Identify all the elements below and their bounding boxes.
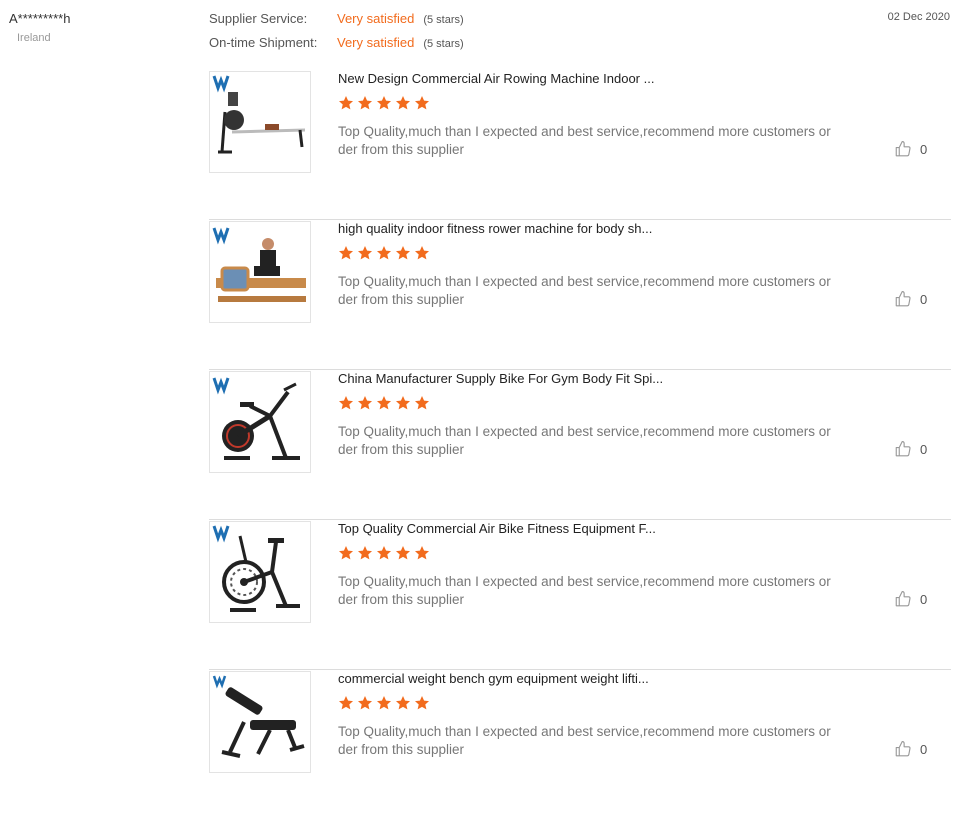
rating-value: Very satisfied xyxy=(337,35,415,50)
star-icon xyxy=(377,696,391,710)
star-icon xyxy=(415,96,429,110)
air-rowing-machine-image xyxy=(212,75,306,154)
like-button[interactable]: 0 xyxy=(894,590,927,608)
thumbs-up-icon xyxy=(895,740,911,757)
like-count: 0 xyxy=(920,291,928,307)
review-comment: Top Quality,much than I expected and bes… xyxy=(338,424,831,457)
star-icon xyxy=(377,546,391,560)
star-icon xyxy=(396,246,410,260)
product-thumbnail[interactable] xyxy=(209,221,311,323)
reviewer-info: A*********h Ireland xyxy=(9,11,70,44)
product-review-list: New Design Commercial Air Rowing Machine… xyxy=(209,70,951,819)
star-icon xyxy=(377,246,391,260)
product-title[interactable]: Top Quality Commercial Air Bike Fitness … xyxy=(338,521,656,536)
star-icon xyxy=(358,546,372,560)
like-count: 0 xyxy=(920,741,928,757)
product-star-rating xyxy=(338,545,430,561)
product-title[interactable]: China Manufacturer Supply Bike For Gym B… xyxy=(338,371,663,386)
product-title[interactable]: New Design Commercial Air Rowing Machine… xyxy=(338,71,654,86)
star-icon xyxy=(377,396,391,410)
product-review-item: commercial weight bench gym equipment we… xyxy=(209,670,951,819)
star-icon xyxy=(358,246,372,260)
product-review-item: New Design Commercial Air Rowing Machine… xyxy=(209,70,951,220)
star-icon xyxy=(415,696,429,710)
star-icon xyxy=(396,696,410,710)
like-button[interactable]: 0 xyxy=(894,440,927,458)
brand-logo-icon xyxy=(212,377,230,395)
rating-stars-text: (5 stars) xyxy=(423,38,464,50)
star-icon xyxy=(396,396,410,410)
review-comment: Top Quality,much than I expected and bes… xyxy=(338,724,831,757)
rating-label: Supplier Service: xyxy=(209,11,308,26)
thumbs-up-icon xyxy=(895,590,911,607)
like-count: 0 xyxy=(920,441,928,457)
rating-label: On-time Shipment: xyxy=(209,35,318,50)
review-comment: Top Quality,much than I expected and bes… xyxy=(338,574,831,607)
thumbs-up-icon xyxy=(895,290,911,307)
product-thumbnail[interactable] xyxy=(209,521,311,623)
weight-bench-image xyxy=(212,675,305,758)
shipment-rating: On-time Shipment: Very satisfied (5 star… xyxy=(209,35,464,50)
product-thumbnail[interactable] xyxy=(209,371,311,473)
brand-logo-icon xyxy=(212,227,230,245)
star-icon xyxy=(339,96,353,110)
product-title[interactable]: high quality indoor fitness rower machin… xyxy=(338,221,652,236)
brand-logo-icon xyxy=(212,675,227,689)
star-icon xyxy=(358,696,372,710)
like-count: 0 xyxy=(920,141,928,157)
star-icon xyxy=(339,246,353,260)
star-icon xyxy=(396,96,410,110)
star-icon xyxy=(396,546,410,560)
thumbs-up-icon xyxy=(895,440,911,457)
product-title[interactable]: commercial weight bench gym equipment we… xyxy=(338,671,649,686)
star-icon xyxy=(339,696,353,710)
product-thumbnail[interactable] xyxy=(209,671,311,773)
brand-logo-icon xyxy=(212,525,230,543)
product-review-item: high quality indoor fitness rower machin… xyxy=(209,220,951,370)
reviewer-name: A*********h xyxy=(9,11,71,26)
like-button[interactable]: 0 xyxy=(894,290,927,308)
star-icon xyxy=(377,96,391,110)
air-bike-image xyxy=(212,525,300,612)
like-button[interactable]: 0 xyxy=(894,140,927,158)
product-star-rating xyxy=(338,695,430,711)
reviewer-country: Ireland xyxy=(17,32,51,44)
spin-bike-image xyxy=(212,377,300,460)
product-thumbnail[interactable] xyxy=(209,71,311,173)
rating-stars-text: (5 stars) xyxy=(423,14,464,26)
rating-value: Very satisfied xyxy=(337,11,415,26)
brand-logo-icon xyxy=(212,75,230,93)
star-icon xyxy=(415,546,429,560)
review-comment: Top Quality,much than I expected and bes… xyxy=(338,124,831,157)
star-icon xyxy=(339,396,353,410)
star-icon xyxy=(415,246,429,260)
like-button[interactable]: 0 xyxy=(894,740,927,758)
star-icon xyxy=(415,396,429,410)
product-star-rating xyxy=(338,395,430,411)
like-count: 0 xyxy=(920,591,928,607)
star-icon xyxy=(339,546,353,560)
review-date: 02 Dec 2020 xyxy=(887,11,950,23)
product-star-rating xyxy=(338,245,430,261)
product-review-item: Top Quality Commercial Air Bike Fitness … xyxy=(209,520,951,670)
product-review-item: China Manufacturer Supply Bike For Gym B… xyxy=(209,370,951,520)
review-comment: Top Quality,much than I expected and bes… xyxy=(338,274,831,307)
supplier-service-rating: Supplier Service: Very satisfied (5 star… xyxy=(209,11,464,26)
star-icon xyxy=(358,396,372,410)
wooden-water-rower-image xyxy=(212,227,306,302)
star-icon xyxy=(358,96,372,110)
product-star-rating xyxy=(338,95,430,111)
thumbs-up-icon xyxy=(895,140,911,157)
